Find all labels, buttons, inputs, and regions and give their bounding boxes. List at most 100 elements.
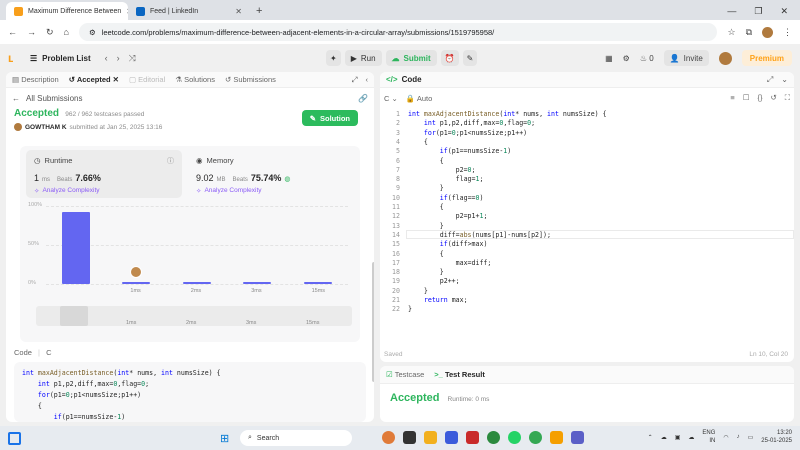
cloud-icon[interactable]: ☁ [661, 434, 667, 441]
wifi-icon[interactable]: ◠ [723, 434, 728, 441]
browser-tab-leetcode[interactable]: Maximum Difference Between ✕ [6, 2, 128, 20]
solution-button[interactable]: ✎ Solution [301, 110, 358, 126]
code-line[interactable]: { [408, 250, 444, 258]
language-indicator[interactable]: ENG IN [702, 429, 715, 445]
collapse-icon[interactable]: ‹ [366, 75, 369, 85]
problem-list-button[interactable]: ☰ Problem List [30, 54, 91, 63]
tab-test-result[interactable]: >_ Test Result [434, 370, 485, 379]
file-explorer-icon[interactable] [424, 431, 437, 444]
chart-bar-0ms[interactable] [62, 212, 90, 284]
windows-start-icon[interactable]: ⊞ [220, 432, 229, 445]
code-editor[interactable]: 1 int maxAdjacentDistance(int* nums, int … [380, 108, 794, 340]
back-icon[interactable]: ← [8, 27, 17, 37]
forward-icon[interactable]: → [27, 27, 36, 37]
code-line[interactable]: diff=abs(nums[p1]-nums[p2]); [408, 231, 551, 239]
chevron-up-icon[interactable]: ⌃ [648, 434, 653, 441]
minimize-icon[interactable]: — [727, 6, 736, 16]
code-line[interactable]: if(diff>max) [408, 240, 488, 248]
code-line[interactable]: } [408, 222, 444, 230]
analyze-complexity-runtime[interactable]: ✧ Analyze Complexity [34, 187, 174, 195]
reset-icon[interactable]: ↺ [770, 93, 776, 103]
volume-icon[interactable]: ♪ [737, 434, 740, 440]
auto-mode[interactable]: 🔒 Auto [406, 94, 432, 103]
app-icon[interactable] [445, 431, 458, 444]
site-info-icon[interactable]: ⚙ [89, 28, 96, 37]
chart-bar-1ms[interactable] [122, 282, 151, 284]
all-submissions-link[interactable]: ← All Submissions 🔗 [6, 88, 374, 108]
fullscreen-icon[interactable]: ⛶ [785, 93, 790, 103]
submit-button[interactable]: ☁ Submit [385, 50, 437, 66]
whatsapp-icon[interactable] [508, 431, 521, 444]
edge-icon[interactable] [487, 431, 500, 444]
code-line[interactable]: int p1,p2,diff,max=0,flag=0; [408, 119, 535, 127]
code-line[interactable]: return max; [408, 296, 468, 304]
chart-range-scrubber[interactable]: 1ms 2ms 3ms 15ms [36, 306, 352, 326]
battery-icon[interactable]: ▭ [748, 434, 754, 441]
username[interactable]: GOWTHAM K [25, 124, 67, 131]
link-icon[interactable]: 🔗 [358, 94, 368, 103]
layout-icon[interactable]: ▦ [605, 54, 613, 63]
timer-button[interactable]: ⏰ [440, 50, 459, 66]
memory-card[interactable]: ◉ Memory 9.02 MB Beats 75.74% ◍ ✧ Analyze… [188, 150, 340, 198]
teams-icon[interactable] [571, 431, 584, 444]
code-line[interactable]: int maxAdjacentDistance(int* nums, int n… [408, 110, 607, 118]
reload-icon[interactable]: ↻ [46, 27, 54, 38]
close-tab-icon[interactable]: ✕ [113, 75, 119, 84]
scrubber-handle[interactable] [60, 306, 88, 326]
code-line[interactable]: } [408, 287, 428, 295]
language-select[interactable]: C ⌄ [384, 94, 398, 103]
runtime-card[interactable]: ◷ Runtime ⓘ 1 ms Beats 7.66% ✧ Analyze Co… [26, 150, 182, 198]
code-line[interactable]: for(p1=0;p1<numsSize;p1++) [408, 129, 527, 137]
code-line[interactable]: } [408, 268, 444, 276]
tab-testcase[interactable]: ☑ Testcase [386, 370, 424, 379]
code-line[interactable]: { [408, 138, 428, 146]
analyze-complexity-memory[interactable]: ✧ Analyze Complexity [196, 187, 332, 195]
url-input[interactable]: ⚙ leetcode.com/problems/maximum-differen… [78, 23, 718, 41]
home-icon[interactable]: ⌂ [64, 27, 69, 37]
run-button[interactable]: ▶ Run [344, 50, 382, 66]
expand-icon[interactable]: ⤢ [352, 75, 358, 85]
code-line[interactable]: p2++; [408, 277, 460, 285]
extensions-icon[interactable]: ⧉ [746, 27, 752, 38]
format-icon[interactable]: ≡ [730, 93, 734, 103]
taskbar-search[interactable]: ⌕ Search [240, 430, 352, 446]
code-line[interactable]: { [408, 157, 444, 165]
mcafee-icon[interactable] [466, 431, 479, 444]
tab-editorial[interactable]: ▢ Editorial [129, 75, 165, 84]
tab-submissions[interactable]: ↺ Submissions [225, 75, 276, 84]
tab-solutions[interactable]: ⚗ Solutions [175, 75, 215, 84]
collapse-icon[interactable]: ⌄ [781, 75, 788, 85]
code-line[interactable]: if(p1==numsSize-1) [408, 147, 512, 155]
settings-icon[interactable]: ⚙ [623, 54, 630, 63]
code-line[interactable]: if(flag==0) [408, 194, 484, 202]
restore-icon[interactable]: ❐ [754, 6, 762, 17]
code-line[interactable]: p2=p1+1; [408, 212, 488, 220]
debug-button[interactable]: ✦ [326, 50, 341, 66]
chrome-icon[interactable] [529, 431, 542, 444]
user-avatar[interactable] [718, 51, 732, 65]
chart-bar-3ms[interactable] [243, 281, 272, 284]
next-problem-icon[interactable]: › [117, 53, 120, 64]
tab-accepted[interactable]: ↺ Accepted ✕ [69, 75, 119, 84]
code-line[interactable]: flag=1; [408, 175, 484, 183]
code-line[interactable]: } [408, 305, 412, 313]
bookmark-star-icon[interactable]: ☆ [727, 27, 735, 38]
camera-icon[interactable]: ▣ [675, 434, 681, 441]
widgets-icon[interactable] [8, 431, 21, 445]
new-tab-button[interactable]: + [250, 2, 268, 20]
chart-bar-15ms[interactable] [303, 282, 332, 284]
tab-description[interactable]: ▤ Description [12, 75, 59, 84]
code-line[interactable]: } [408, 184, 444, 192]
code-line[interactable]: max=diff; [408, 259, 492, 267]
premium-button[interactable]: Premium [741, 50, 792, 66]
prev-problem-icon[interactable]: ‹ [105, 53, 108, 64]
onedrive-icon[interactable]: ☁ [688, 434, 694, 441]
left-scrollbar[interactable] [372, 262, 374, 382]
chart-bar-2ms[interactable] [182, 282, 211, 284]
task-view-icon[interactable] [403, 431, 416, 444]
braces-icon[interactable]: {} [757, 93, 762, 103]
code-line[interactable]: { [408, 203, 444, 211]
shuffle-icon[interactable]: ⤨ [129, 53, 136, 64]
invite-button[interactable]: 👤 Invite [663, 50, 709, 66]
close-tab-icon[interactable]: ✕ [235, 7, 242, 16]
